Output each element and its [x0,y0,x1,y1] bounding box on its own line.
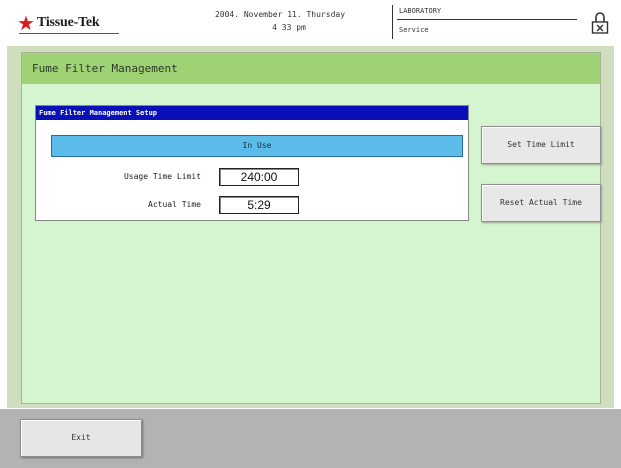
location-divider [392,5,393,39]
status-indicator: In Use [51,135,463,157]
star-icon: ★ [17,11,35,35]
set-time-limit-button[interactable]: Set Time Limit [481,126,601,164]
footer-bar: Exit [0,409,621,468]
usage-time-limit-label: Usage Time Limit [123,172,201,181]
usage-time-limit-field[interactable]: 240:00 [219,168,299,186]
page-title: Fume Filter Management [32,62,178,75]
location-name: LABORATORY [399,7,442,15]
panel-title-bar: Fume Filter Management [22,53,600,84]
setup-group: Fume Filter Management Setup In Use Usag… [35,105,469,221]
actual-time-field: 5:29 [219,196,299,214]
date-text: 2004. November 11. Thursday [214,10,346,19]
logo-underline [19,33,119,34]
setup-header: Fume Filter Management Setup [36,106,468,120]
actual-time-label: Actual Time [148,200,201,209]
location-rule [397,19,577,20]
date-time-display: 2004. November 11. Thursday 4 33 pm [200,8,360,34]
exit-button[interactable]: Exit [20,419,142,457]
main-area: Fume Filter Management Fume Filter Manag… [7,46,614,408]
location-display: LABORATORY Service [392,5,582,39]
user-mode: Service [399,26,429,34]
tissue-tek-logo: ★ Tissue-Tek [17,13,100,33]
padlock-icon[interactable] [589,11,611,35]
header-bar: ★ Tissue-Tek 2004. November 11. Thursday… [0,0,621,45]
logo-text: Tissue-Tek [36,15,100,30]
setup-header-text: Fume Filter Management Setup [39,109,158,117]
fume-filter-panel: Fume Filter Management Fume Filter Manag… [21,52,601,404]
time-text: 4 33 pm [272,23,306,32]
reset-actual-time-button[interactable]: Reset Actual Time [481,184,601,222]
